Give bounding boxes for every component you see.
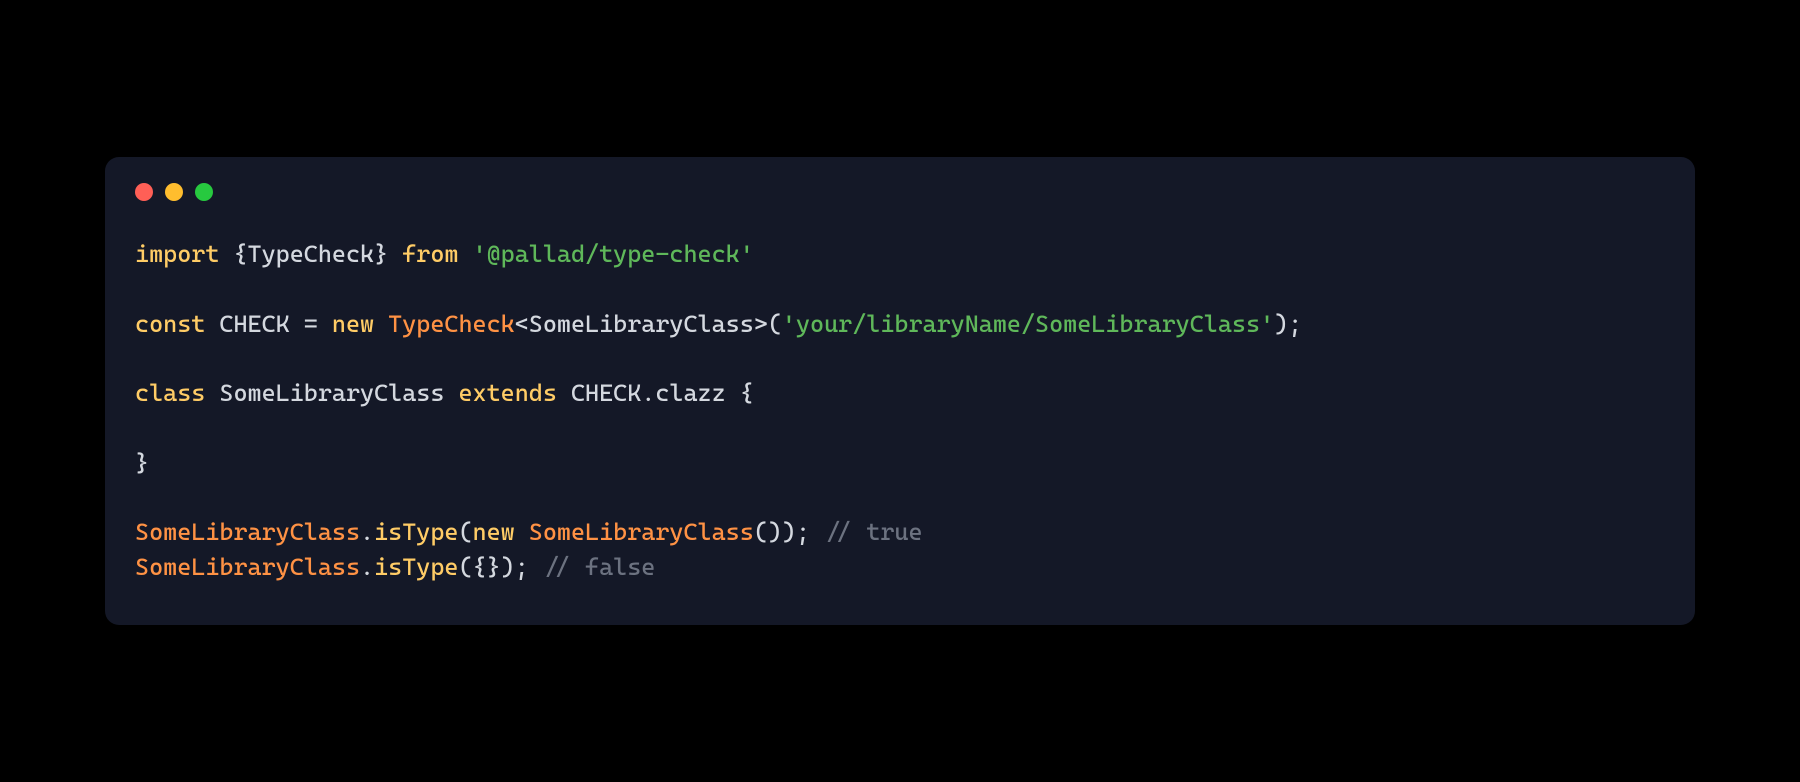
paren-close: )	[768, 518, 782, 546]
dot: .	[641, 379, 655, 407]
method-name: isType	[374, 518, 458, 546]
base-object: CHECK	[571, 379, 641, 407]
angle-close: >	[754, 310, 768, 338]
constructor-name: TypeCheck	[388, 310, 515, 338]
module-string: '@pallad/type-check'	[473, 240, 754, 268]
string-arg: 'your/libraryName/SomeLibraryClass'	[782, 310, 1274, 338]
code-block: import {TypeCheck} from '@pallad/type-ch…	[135, 237, 1665, 585]
paren-close: )	[501, 553, 515, 581]
semicolon: ;	[515, 553, 529, 581]
keyword-new: new	[473, 518, 515, 546]
keyword-new: new	[332, 310, 374, 338]
comment: // false	[543, 553, 656, 581]
equals: =	[304, 310, 318, 338]
keyword-class: class	[135, 379, 205, 407]
class-brace-close: }	[135, 449, 149, 477]
keyword-import: import	[135, 240, 219, 268]
class-ref: SomeLibraryClass	[135, 518, 360, 546]
class-name: SomeLibraryClass	[219, 379, 444, 407]
code-window: import {TypeCheck} from '@pallad/type-ch…	[105, 157, 1695, 625]
paren-open: (	[458, 553, 472, 581]
angle-open: <	[515, 310, 529, 338]
constructor-name: SomeLibraryClass	[529, 518, 754, 546]
paren-open: (	[754, 518, 768, 546]
keyword-from: from	[402, 240, 458, 268]
semicolon: ;	[796, 518, 810, 546]
minimize-icon[interactable]	[165, 183, 183, 201]
window-titlebar	[135, 183, 1665, 201]
close-icon[interactable]	[135, 183, 153, 201]
comment: // true	[824, 518, 922, 546]
brace-close: }	[374, 240, 388, 268]
dot: .	[360, 518, 374, 546]
brace-open: {	[233, 240, 247, 268]
const-name: CHECK	[219, 310, 289, 338]
paren-open: (	[458, 518, 472, 546]
brace-open: {	[473, 553, 487, 581]
class-ref: SomeLibraryClass	[135, 553, 360, 581]
method-name: isType	[374, 553, 458, 581]
paren-close: )	[1274, 310, 1288, 338]
keyword-const: const	[135, 310, 205, 338]
base-prop: clazz	[655, 379, 725, 407]
generic-param: SomeLibraryClass	[529, 310, 754, 338]
zoom-icon[interactable]	[195, 183, 213, 201]
paren-open: (	[768, 310, 782, 338]
paren-close: )	[782, 518, 796, 546]
brace-close: }	[487, 553, 501, 581]
class-brace-open: {	[740, 379, 754, 407]
dot: .	[360, 553, 374, 581]
keyword-extends: extends	[458, 379, 556, 407]
semicolon: ;	[1288, 310, 1302, 338]
imported-name: TypeCheck	[248, 240, 375, 268]
